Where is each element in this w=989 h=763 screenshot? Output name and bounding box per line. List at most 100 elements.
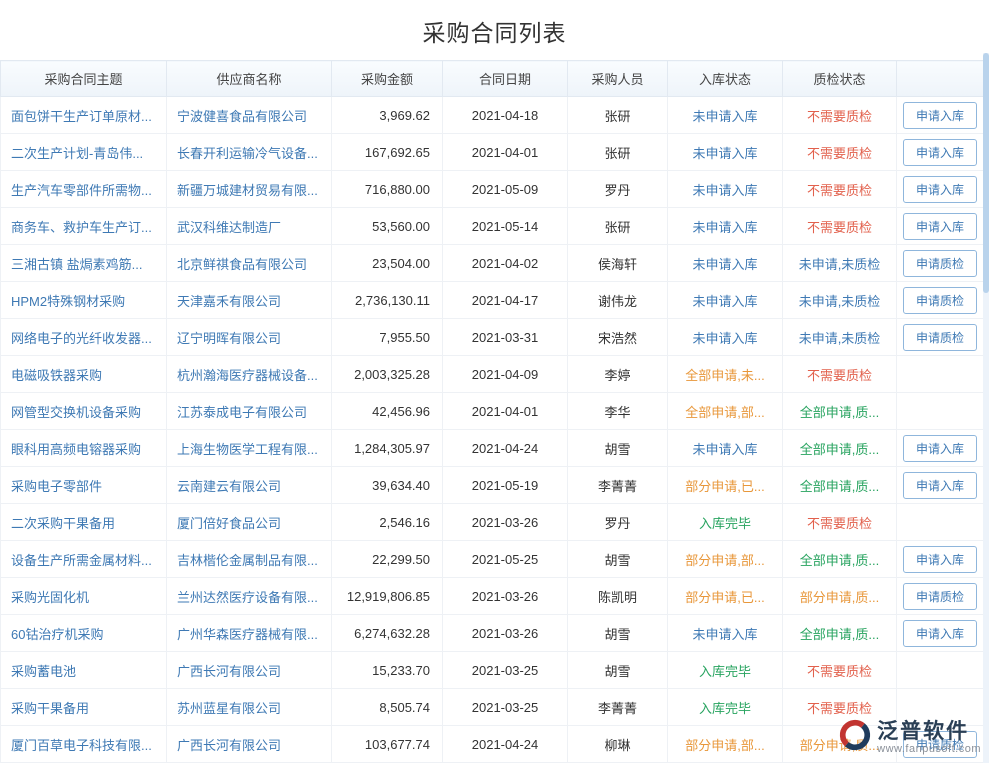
contract-subject-link[interactable]: HPM2特殊钢材采购 [11, 294, 125, 309]
purchaser-name: 胡雪 [568, 430, 668, 467]
column-header-action [897, 61, 984, 97]
qc-status: 全部申请,质... [800, 479, 879, 494]
apply-qc-button[interactable]: 申请质检 [903, 250, 977, 277]
apply-warehouse-button[interactable]: 申请入库 [903, 139, 977, 166]
contract-subject-link[interactable]: 面包饼干生产订单原材... [11, 109, 152, 124]
qc-status: 不需要质检 [807, 146, 872, 161]
qc-status: 不需要质检 [807, 516, 872, 531]
qc-status: 全部申请,质... [800, 405, 879, 420]
supplier-name-link[interactable]: 广西长河有限公司 [177, 738, 281, 753]
contract-subject-link[interactable]: 眼科用高频电镕器采购 [11, 442, 141, 457]
supplier-name-link[interactable]: 长春开利运输冷气设备... [177, 146, 318, 161]
contract-subject-link[interactable]: 商务车、救护车生产订... [11, 220, 152, 235]
contract-date: 2021-05-19 [443, 467, 568, 504]
contract-subject-link[interactable]: 二次采购干果备用 [11, 516, 115, 531]
apply-warehouse-button[interactable]: 申请入库 [903, 620, 977, 647]
brand-url: www.fanpusoft.com [877, 743, 981, 755]
apply-warehouse-button[interactable]: 申请入库 [903, 213, 977, 240]
contract-date: 2021-03-26 [443, 504, 568, 541]
fanpu-logo-icon [838, 718, 872, 757]
amount-value: 7,955.50 [332, 319, 443, 356]
amount-value: 53,560.00 [332, 208, 443, 245]
apply-warehouse-button[interactable]: 申请入库 [903, 435, 977, 462]
contract-subject-link[interactable]: 网络电子的光纤收发器... [11, 331, 152, 346]
supplier-name-link[interactable]: 武汉科维达制造厂 [177, 220, 281, 235]
contract-subject-link[interactable]: 设备生产所需金属材料... [11, 553, 152, 568]
warehouse-status: 入库完毕 [699, 516, 751, 531]
column-header-qc: 质检状态 [783, 61, 897, 97]
table-row: 网管型交换机设备采购江苏泰成电子有限公司42,456.962021-04-01李… [1, 393, 984, 430]
supplier-name-link[interactable]: 广西长河有限公司 [177, 664, 281, 679]
table-row: 采购电子零部件云南建云有限公司39,634.402021-05-19李菁菁部分申… [1, 467, 984, 504]
contract-subject-link[interactable]: 采购蓄电池 [11, 664, 76, 679]
amount-value: 3,969.62 [332, 97, 443, 134]
purchaser-name: 李菁菁 [568, 689, 668, 726]
apply-qc-button[interactable]: 申请质检 [903, 287, 977, 314]
warehouse-status: 全部申请,未... [685, 368, 764, 383]
brand-text: 泛普软件 [877, 720, 981, 743]
apply-warehouse-button[interactable]: 申请入库 [903, 176, 977, 203]
supplier-name-link[interactable]: 辽宁明晖有限公司 [177, 331, 281, 346]
apply-warehouse-button[interactable]: 申请入库 [903, 102, 977, 129]
warehouse-status: 部分申请,部... [685, 553, 764, 568]
warehouse-status: 未申请入库 [692, 627, 757, 642]
contract-subject-link[interactable]: 电磁吸铁器采购 [11, 368, 102, 383]
contract-subject-link[interactable]: 网管型交换机设备采购 [11, 405, 141, 420]
purchaser-name: 李婷 [568, 356, 668, 393]
page-title: 采购合同列表 [0, 0, 989, 60]
supplier-name-link[interactable]: 杭州瀚海医疗器械设备... [177, 368, 318, 383]
vertical-scrollbar[interactable] [983, 53, 989, 763]
supplier-name-link[interactable]: 江苏泰成电子有限公司 [177, 405, 307, 420]
apply-warehouse-button[interactable]: 申请入库 [903, 546, 977, 573]
supplier-name-link[interactable]: 兰州达然医疗设备有限... [177, 590, 318, 605]
contract-date: 2021-04-09 [443, 356, 568, 393]
amount-value: 103,677.74 [332, 726, 443, 763]
supplier-name-link[interactable]: 新疆万城建材贸易有限... [177, 183, 318, 198]
contract-subject-link[interactable]: 二次生产计划-青岛伟... [11, 146, 143, 161]
amount-value: 15,233.70 [332, 652, 443, 689]
amount-value: 12,919,806.85 [332, 578, 443, 615]
warehouse-status: 未申请入库 [692, 146, 757, 161]
supplier-name-link[interactable]: 苏州蓝星有限公司 [177, 701, 281, 716]
supplier-name-link[interactable]: 北京鲜祺食品有限公司 [177, 257, 307, 272]
table-row: 设备生产所需金属材料...吉林楷伦金属制品有限...22,299.502021-… [1, 541, 984, 578]
table-body: 面包饼干生产订单原材...宁波健喜食品有限公司3,969.622021-04-1… [1, 97, 984, 763]
contract-subject-link[interactable]: 采购干果备用 [11, 701, 89, 716]
warehouse-status: 入库完毕 [699, 701, 751, 716]
supplier-name-link[interactable]: 吉林楷伦金属制品有限... [177, 553, 318, 568]
supplier-name-link[interactable]: 上海生物医学工程有限... [177, 442, 318, 457]
contract-date: 2021-03-26 [443, 615, 568, 652]
warehouse-status: 入库完毕 [699, 664, 751, 679]
qc-status: 全部申请,质... [800, 442, 879, 457]
contract-subject-link[interactable]: 生产汽车零部件所需物... [11, 183, 152, 198]
column-header-amount: 采购金额 [332, 61, 443, 97]
supplier-name-link[interactable]: 广州华森医疗器械有限... [177, 627, 318, 642]
contract-subject-link[interactable]: 采购电子零部件 [11, 479, 102, 494]
contract-subject-link[interactable]: 采购光固化机 [11, 590, 89, 605]
contract-subject-link[interactable]: 厦门百草电子科技有限... [11, 738, 152, 753]
apply-qc-button[interactable]: 申请质检 [903, 324, 977, 351]
contract-subject-link[interactable]: 三湘古镇 盐焗素鸡筋... [11, 257, 142, 272]
contract-subject-link[interactable]: 60钴治疗机采购 [11, 627, 103, 642]
column-header-date: 合同日期 [443, 61, 568, 97]
contract-date: 2021-05-14 [443, 208, 568, 245]
supplier-name-link[interactable]: 宁波健喜食品有限公司 [177, 109, 307, 124]
table-row: 眼科用高频电镕器采购上海生物医学工程有限...1,284,305.972021-… [1, 430, 984, 467]
purchaser-name: 柳琳 [568, 726, 668, 763]
table-row: 电磁吸铁器采购杭州瀚海医疗器械设备...2,003,325.282021-04-… [1, 356, 984, 393]
scrollbar-thumb[interactable] [983, 53, 989, 293]
apply-warehouse-button[interactable]: 申请入库 [903, 472, 977, 499]
supplier-name-link[interactable]: 天津嘉禾有限公司 [177, 294, 281, 309]
apply-qc-button[interactable]: 申请质检 [903, 583, 977, 610]
supplier-name-link[interactable]: 云南建云有限公司 [177, 479, 281, 494]
purchaser-name: 谢伟龙 [568, 282, 668, 319]
contract-date: 2021-04-02 [443, 245, 568, 282]
amount-value: 39,634.40 [332, 467, 443, 504]
contract-date: 2021-03-26 [443, 578, 568, 615]
table-row: 采购蓄电池广西长河有限公司15,233.702021-03-25胡雪入库完毕不需… [1, 652, 984, 689]
amount-value: 2,546.16 [332, 504, 443, 541]
qc-status: 不需要质检 [807, 183, 872, 198]
contracts-table: 采购合同主题供应商名称采购金额合同日期采购人员入库状态质检状态 面包饼干生产订单… [0, 60, 984, 763]
supplier-name-link[interactable]: 厦门倍好食品公司 [177, 516, 281, 531]
warehouse-status: 部分申请,已... [685, 590, 764, 605]
